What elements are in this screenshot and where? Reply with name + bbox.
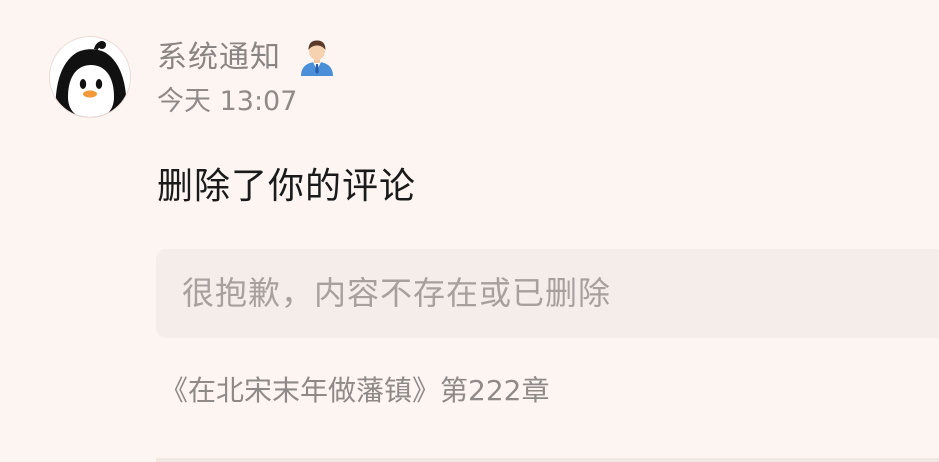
source-link[interactable]: 《在北宋末年做藩镇》第222章 <box>160 372 549 410</box>
message-text: 删除了你的评论 <box>157 166 417 207</box>
penguin-avatar-icon[interactable] <box>49 36 131 118</box>
sender-header: 系统通知 <box>157 38 335 78</box>
divider <box>156 458 939 462</box>
timestamp: 今天 13:07 <box>157 86 298 117</box>
official-person-icon <box>299 39 335 77</box>
notification-item[interactable]: 系统通知 今天 13:07 删除了你的评论 很抱歉，内容不存在或已删除 《在北宋… <box>0 0 939 462</box>
sender-name[interactable]: 系统通知 <box>157 38 281 78</box>
quoted-comment-box[interactable]: 很抱歉，内容不存在或已删除 <box>156 249 939 338</box>
quoted-comment-text: 很抱歉，内容不存在或已删除 <box>182 274 612 312</box>
